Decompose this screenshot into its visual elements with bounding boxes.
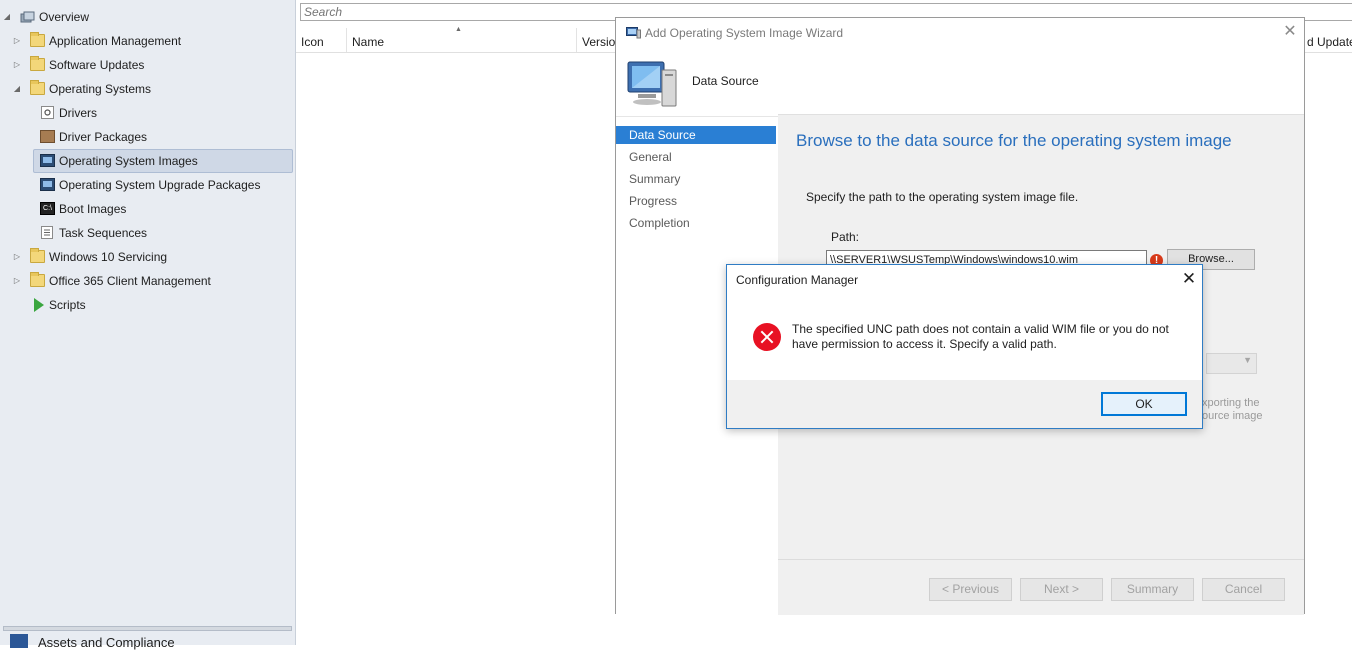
tree-item-boot-images[interactable]: C:\ Boot Images bbox=[0, 198, 290, 220]
chevron-down-icon: ▼ bbox=[1243, 355, 1252, 365]
tree-item-label: Software Updates bbox=[49, 58, 145, 72]
error-icon bbox=[753, 323, 781, 351]
tree-item-label: Operating Systems bbox=[49, 82, 152, 96]
wizard-description: Specify the path to the operating system… bbox=[806, 190, 1079, 204]
summary-button[interactable]: Summary bbox=[1111, 578, 1194, 601]
overview-icon bbox=[20, 10, 35, 24]
wizard-step-progress[interactable]: Progress bbox=[616, 192, 776, 210]
tree-item-application-management[interactable]: ▷ Application Management bbox=[0, 30, 290, 52]
sort-ascending-icon: ▲ bbox=[455, 26, 462, 33]
package-icon bbox=[40, 130, 55, 143]
cancel-button[interactable]: Cancel bbox=[1202, 578, 1285, 601]
folder-icon bbox=[30, 56, 45, 71]
dialog-message: The specified UNC path does not contain … bbox=[792, 322, 1169, 351]
tree-item-label: Drivers bbox=[59, 106, 97, 120]
boot-icon: C:\ bbox=[40, 202, 55, 215]
search-input[interactable] bbox=[304, 4, 604, 20]
wizard-hint-text: xporting the ource image bbox=[1202, 397, 1263, 423]
tree-item-office-365-client-management[interactable]: ▷ Office 365 Client Management bbox=[0, 270, 290, 292]
dialog-footer: OK bbox=[727, 380, 1202, 428]
tree-item-label: Task Sequences bbox=[59, 226, 148, 240]
expand-arrow-icon[interactable]: ▷ bbox=[12, 270, 22, 292]
tree-item-label: Operating System Upgrade Packages bbox=[59, 178, 261, 192]
workspace-icon bbox=[10, 634, 28, 648]
collapse-arrow-icon[interactable]: ◢ bbox=[12, 78, 22, 100]
document-icon bbox=[41, 226, 53, 239]
hint-line: ource image bbox=[1202, 410, 1263, 422]
wizard-footer: < Previous Next > Summary Cancel bbox=[778, 559, 1304, 615]
tree-item-label: Operating System Images bbox=[59, 154, 198, 168]
dialog-title: Configuration Manager bbox=[736, 273, 859, 287]
tree-item-task-sequences[interactable]: Task Sequences bbox=[0, 222, 290, 244]
column-header-date-updated[interactable]: d Update bbox=[1304, 28, 1352, 52]
wizard-title-icon bbox=[626, 27, 641, 39]
tree-item-label: Application Management bbox=[49, 34, 182, 48]
error-message-dialog: Configuration Manager ✕ The specified UN… bbox=[726, 264, 1203, 429]
dialog-close-button[interactable]: ✕ bbox=[1178, 268, 1200, 290]
tree-item-software-updates[interactable]: ▷ Software Updates bbox=[0, 54, 290, 76]
hint-line: xporting the bbox=[1202, 397, 1260, 409]
tree-item-os-upgrade-packages[interactable]: Operating System Upgrade Packages bbox=[0, 174, 290, 196]
folder-icon bbox=[30, 248, 45, 263]
image-index-dropdown[interactable]: ▼ bbox=[1206, 353, 1257, 374]
tree-item-driver-packages[interactable]: Driver Packages bbox=[0, 126, 290, 148]
tree-item-overview[interactable]: ◢ Overview bbox=[0, 6, 290, 28]
next-button[interactable]: Next > bbox=[1020, 578, 1103, 601]
expand-arrow-icon[interactable]: ▷ bbox=[12, 246, 22, 268]
tree-item-label: Office 365 Client Management bbox=[49, 274, 211, 288]
play-icon bbox=[34, 298, 44, 312]
wizard-page-header: Data Source bbox=[692, 74, 759, 88]
folder-icon bbox=[30, 272, 45, 287]
computer-icon bbox=[626, 58, 678, 108]
expand-arrow-icon[interactable]: ◢ bbox=[2, 6, 12, 28]
monitor-icon bbox=[40, 154, 55, 167]
wizard-heading: Browse to the data source for the operat… bbox=[796, 131, 1232, 150]
expand-arrow-icon[interactable]: ▷ bbox=[12, 54, 22, 76]
tree-item-scripts[interactable]: Scripts bbox=[0, 294, 290, 316]
column-header-name[interactable]: Name bbox=[347, 28, 577, 52]
wizard-step-data-source[interactable]: Data Source bbox=[616, 126, 776, 144]
wizard-step-general[interactable]: General bbox=[616, 148, 776, 166]
tree-item-windows-10-servicing[interactable]: ▷ Windows 10 Servicing bbox=[0, 246, 290, 268]
tree-item-label: Boot Images bbox=[59, 202, 127, 216]
tree-item-drivers[interactable]: Drivers bbox=[0, 102, 290, 124]
folder-icon bbox=[30, 80, 45, 95]
previous-button[interactable]: < Previous bbox=[929, 578, 1012, 601]
wizard-close-button[interactable]: ✕ bbox=[1280, 22, 1300, 42]
path-label: Path: bbox=[831, 230, 860, 244]
wizard-step-completion[interactable]: Completion bbox=[616, 214, 776, 232]
expand-arrow-icon[interactable]: ▷ bbox=[12, 30, 22, 52]
driver-icon bbox=[41, 106, 54, 119]
wizard-title: Add Operating System Image Wizard bbox=[645, 26, 844, 40]
ok-button[interactable]: OK bbox=[1101, 392, 1187, 416]
splitter-handle[interactable] bbox=[3, 626, 292, 631]
tree-item-operating-system-images[interactable]: Operating System Images bbox=[33, 149, 293, 173]
tree-item-label: Overview bbox=[39, 10, 90, 24]
tree-item-operating-systems[interactable]: ◢ Operating Systems bbox=[0, 78, 290, 100]
workspace-button-assets-and-compliance[interactable]: Assets and Compliance bbox=[38, 635, 175, 650]
column-header-icon[interactable]: Icon bbox=[296, 28, 347, 52]
folder-icon bbox=[30, 32, 45, 47]
tree-item-label: Windows 10 Servicing bbox=[49, 250, 168, 264]
monitor-icon bbox=[40, 178, 55, 191]
tree-item-label: Scripts bbox=[49, 298, 86, 312]
wizard-step-summary[interactable]: Summary bbox=[616, 170, 776, 188]
navigation-pane: ◢ Overview ▷ Application Management ▷ So… bbox=[0, 0, 296, 650]
tree-item-label: Driver Packages bbox=[59, 130, 148, 144]
